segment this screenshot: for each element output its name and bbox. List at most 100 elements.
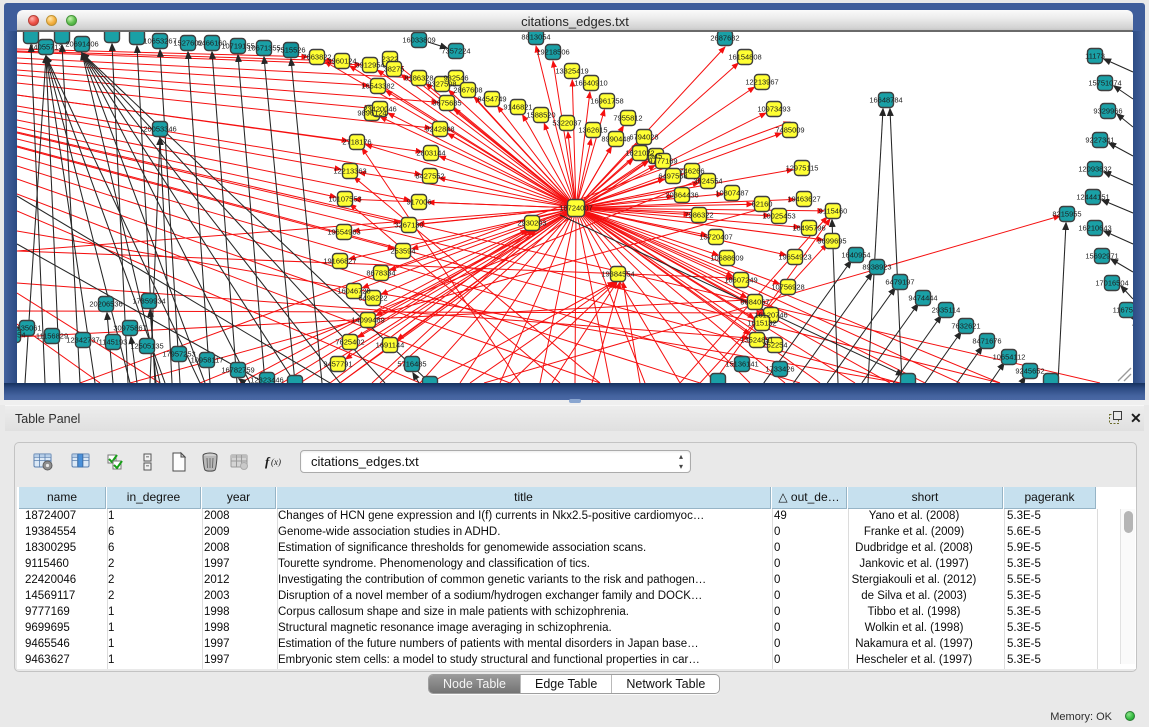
- svg-text:10807487: 10807487: [715, 188, 748, 197]
- svg-text:30975867: 30975867: [113, 323, 146, 332]
- svg-text:2935114: 2935114: [932, 305, 961, 314]
- svg-text:8990448: 8990448: [601, 134, 630, 143]
- svg-text:11173: 11173: [1085, 51, 1105, 60]
- svg-text:539154: 539154: [17, 330, 26, 339]
- svg-text:62160: 62160: [752, 199, 773, 208]
- svg-text:12213363: 12213363: [333, 166, 366, 175]
- svg-text:10654112: 10654112: [993, 352, 1026, 361]
- svg-text:20364436: 20364436: [665, 190, 698, 199]
- svg-text:6497568: 6497568: [658, 171, 687, 180]
- svg-text:16210643: 16210643: [1078, 223, 1111, 232]
- svg-text:16154808: 16154808: [728, 52, 761, 61]
- svg-text:3675685: 3675685: [432, 98, 461, 107]
- svg-text:7357224: 7357224: [441, 46, 470, 55]
- svg-text:3912954: 3912954: [355, 60, 384, 69]
- svg-text:3624554: 3624554: [693, 176, 722, 185]
- svg-text:1588520: 1588520: [526, 110, 555, 119]
- svg-text:2687682: 2687682: [710, 33, 739, 42]
- svg-text:15136141: 15136141: [725, 359, 758, 368]
- svg-text:11156829: 11156829: [36, 331, 68, 340]
- svg-text:15751074: 15751074: [1088, 78, 1121, 87]
- svg-text:15720407: 15720407: [699, 232, 732, 241]
- svg-text:12213967: 12213967: [745, 77, 778, 86]
- svg-text:9115460: 9115460: [819, 206, 848, 215]
- svg-text:18724007: 18724007: [559, 203, 592, 212]
- svg-text:19654923: 19654923: [778, 252, 811, 261]
- svg-text:16033809: 16033809: [402, 35, 435, 44]
- svg-text:38275: 38275: [384, 64, 405, 73]
- svg-text:9457791: 9457791: [323, 359, 352, 368]
- svg-text:2803144: 2803144: [416, 148, 445, 157]
- svg-text:10025453: 10025453: [762, 211, 795, 220]
- svg-text:9777169: 9777169: [648, 156, 677, 165]
- svg-text:20053346: 20053346: [143, 124, 176, 133]
- svg-text:1167531: 1167531: [1113, 305, 1133, 314]
- svg-text:5716485: 5716485: [397, 359, 426, 368]
- svg-text:9084067: 9084067: [740, 297, 769, 306]
- svg-text:17359934: 17359934: [132, 296, 165, 305]
- svg-text:9245652: 9245652: [1015, 366, 1044, 375]
- svg-text:917006: 917006: [406, 197, 431, 206]
- svg-text:8471676: 8471676: [972, 336, 1001, 345]
- svg-text:9699695: 9699695: [817, 236, 846, 245]
- svg-text:2930203: 2930203: [517, 218, 546, 227]
- svg-text:9474444: 9474444: [908, 293, 937, 302]
- svg-text:17016504: 17016504: [1095, 278, 1128, 287]
- svg-text:7955812: 7955812: [613, 113, 642, 122]
- svg-text:1145193: 1145193: [99, 337, 128, 346]
- svg-text:(x): (x): [271, 457, 281, 467]
- svg-text:8215955: 8215955: [1052, 209, 1081, 218]
- svg-text:10688609: 10688609: [710, 253, 743, 262]
- svg-text:12342737: 12342737: [66, 335, 99, 344]
- svg-text:19463627: 19463627: [787, 194, 820, 203]
- svg-text:5322037: 5322037: [552, 118, 581, 127]
- svg-text:20691406: 20691406: [65, 39, 98, 48]
- svg-text:16543382: 16543382: [361, 81, 394, 90]
- svg-text:3267130: 3267130: [394, 220, 423, 229]
- svg-text:2322: 2322: [382, 54, 399, 63]
- svg-text:14099489: 14099489: [351, 315, 384, 324]
- svg-text:8678334: 8678334: [366, 268, 395, 277]
- svg-text:7485009: 7485009: [775, 125, 804, 134]
- svg-text:8813054: 8813054: [521, 32, 550, 41]
- svg-text:1615132: 1615132: [747, 318, 776, 327]
- svg-text:10653267: 10653267: [143, 36, 176, 45]
- svg-text:10107553: 10107553: [328, 194, 361, 203]
- svg-text:16782759: 16782759: [221, 365, 254, 374]
- svg-text:19218506: 19218506: [536, 47, 569, 56]
- svg-text:1362615: 1362615: [578, 125, 607, 134]
- svg-text:12444151: 12444151: [1076, 192, 1109, 201]
- svg-text:24055713: 24055713: [29, 42, 62, 51]
- svg-text:20206536: 20206536: [89, 299, 122, 308]
- svg-text:23420046: 23420046: [363, 104, 396, 113]
- svg-text:16961758: 16961758: [590, 96, 623, 105]
- svg-text:19166827: 19166827: [323, 256, 356, 265]
- svg-text:18607249: 18607249: [724, 275, 757, 284]
- svg-text:8427552: 8427552: [415, 171, 444, 180]
- svg-text:19384554: 19384554: [601, 269, 634, 278]
- svg-text:252254: 252254: [762, 340, 787, 349]
- svg-text:1640954: 1640954: [841, 250, 870, 259]
- svg-text:10958117: 10958117: [191, 355, 224, 364]
- svg-text:1733426: 1733426: [765, 364, 794, 373]
- svg-text:10973493: 10973493: [757, 104, 790, 113]
- svg-text:3960124: 3960124: [327, 56, 356, 65]
- svg-text:1691144: 1691144: [376, 340, 405, 349]
- svg-text:10756928: 10756928: [771, 282, 804, 291]
- svg-text:18495796: 18495796: [792, 223, 825, 232]
- svg-text:15692971: 15692971: [1085, 251, 1118, 260]
- svg-text:9227341: 9227341: [1085, 135, 1114, 144]
- svg-text:932546: 932546: [443, 73, 468, 82]
- svg-text:6479197: 6479197: [885, 277, 914, 286]
- svg-text:9242848: 9242848: [425, 124, 454, 133]
- svg-text:8454749: 8454749: [477, 94, 506, 103]
- svg-text:7515526: 7515526: [276, 45, 305, 54]
- svg-text:7632621: 7632621: [951, 321, 980, 330]
- svg-text:16640910: 16640910: [574, 78, 607, 87]
- svg-text:13325419: 13325419: [555, 66, 588, 75]
- svg-text:253594: 253594: [390, 246, 415, 255]
- svg-text:12505135: 12505135: [130, 341, 163, 350]
- svg-text:7625402: 7625402: [335, 337, 364, 346]
- svg-text:5498222: 5498222: [358, 293, 387, 302]
- svg-text:12323446: 12323446: [250, 375, 283, 383]
